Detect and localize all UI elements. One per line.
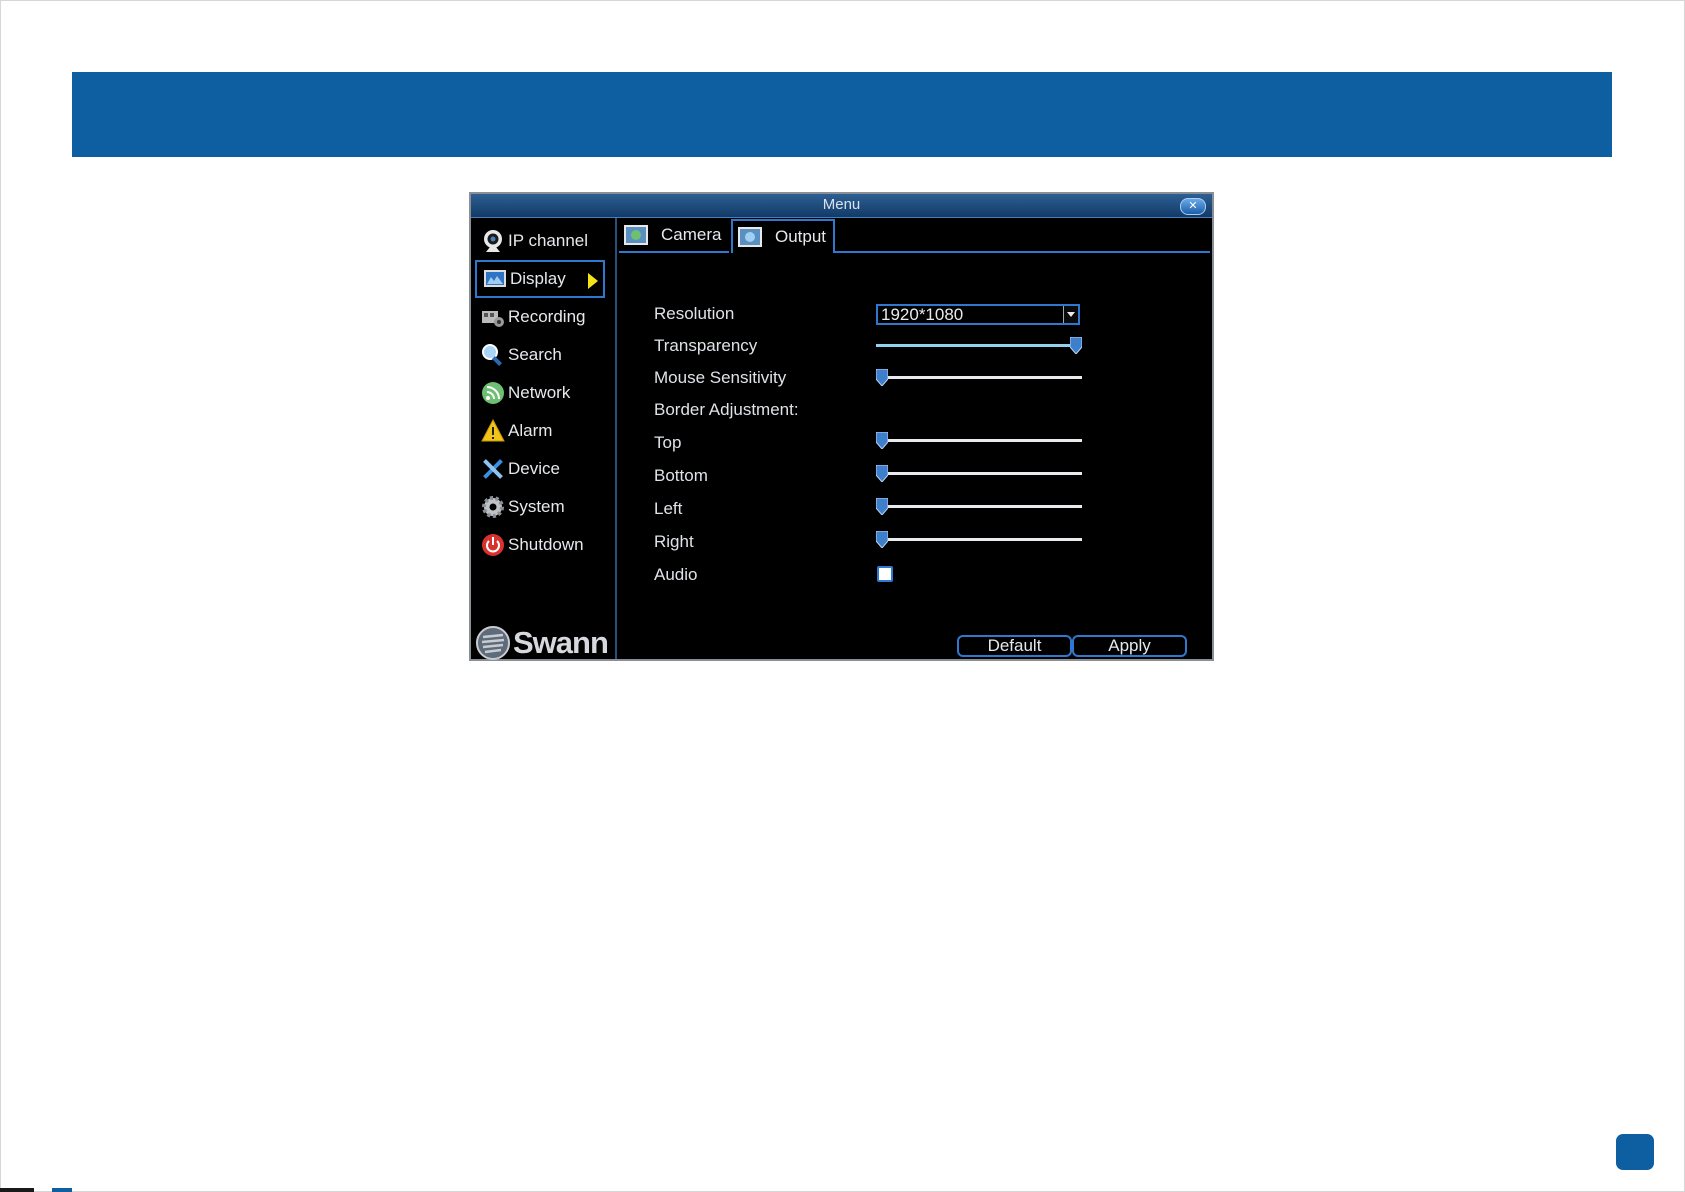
active-arrow-icon (588, 273, 598, 289)
dvr-menu-window: Menu ✕ IP channel Display Recording Sear… (469, 192, 1214, 661)
footer-mark (0, 1188, 34, 1192)
slider-thumb[interactable] (876, 369, 888, 386)
sidebar-item-label: Device (508, 459, 560, 478)
slider-track (876, 505, 1082, 508)
tools-icon (483, 459, 503, 479)
right-label: Right (654, 532, 694, 551)
sidebar-item-recording[interactable]: Recording (475, 298, 605, 336)
swann-logo-text: Swann (513, 625, 609, 660)
sidebar-item-alarm[interactable]: Alarm (475, 412, 605, 450)
slider-track (876, 472, 1082, 475)
audio-label: Audio (654, 565, 698, 584)
slider-track (876, 439, 1082, 442)
swann-logo-icon (476, 626, 510, 660)
slider-thumb[interactable] (876, 432, 888, 449)
chevron-down-icon[interactable] (1063, 306, 1078, 323)
resolution-label: Resolution (654, 304, 735, 323)
footer-mark-accent (52, 1188, 72, 1192)
slider-thumb[interactable] (1070, 337, 1082, 354)
tab-label: Camera (661, 225, 722, 244)
sidebar-item-ip-channel[interactable]: IP channel (475, 222, 605, 260)
slider-thumb[interactable] (876, 531, 888, 548)
sidebar: IP channel Display Recording Search Netw… (471, 218, 617, 660)
slider-track (876, 538, 1082, 541)
tab-output[interactable]: Output (731, 219, 835, 253)
title-bar: Menu ✕ (471, 194, 1212, 218)
network-icon (482, 382, 504, 404)
sidebar-item-shutdown[interactable]: Shutdown (475, 526, 605, 564)
swann-logo: Swann (475, 623, 615, 663)
power-icon (482, 534, 504, 556)
page-number-badge (1616, 1134, 1654, 1170)
tab-label: Output (775, 227, 827, 246)
sidebar-item-label: Display (510, 269, 566, 288)
top-slider[interactable] (876, 432, 1082, 450)
film-icon (482, 311, 504, 327)
sidebar-item-device[interactable]: Device (475, 450, 605, 488)
sidebar-item-label: System (508, 497, 565, 516)
apply-button[interactable]: Apply (1072, 635, 1187, 657)
slider-track (876, 376, 1082, 379)
sidebar-item-label: Alarm (508, 421, 553, 440)
audio-checkbox[interactable] (877, 566, 893, 582)
resolution-value: 1920*1080 (881, 305, 964, 324)
tab-underline (835, 251, 1210, 253)
default-button[interactable]: Default (957, 635, 1072, 657)
slider-fill (876, 344, 1076, 347)
resolution-select[interactable]: 1920*1080 (876, 304, 1080, 325)
slider-thumb[interactable] (876, 465, 888, 482)
sidebar-item-label: IP channel (508, 231, 589, 250)
mouse-sensitivity-slider[interactable] (876, 369, 1082, 387)
output-settings-icon (738, 227, 762, 247)
search-icon (482, 344, 502, 366)
mouse-sensitivity-label: Mouse Sensitivity (654, 368, 787, 387)
sidebar-item-system[interactable]: System (475, 488, 605, 526)
close-icon: ✕ (1188, 199, 1198, 212)
sidebar-item-label: Shutdown (508, 535, 584, 554)
close-button[interactable]: ✕ (1180, 198, 1206, 215)
bottom-label: Bottom (654, 466, 708, 485)
bottom-slider[interactable] (876, 465, 1082, 483)
monitor-icon (484, 270, 506, 287)
sidebar-item-network[interactable]: Network (475, 374, 605, 412)
sidebar-item-display[interactable]: Display (475, 260, 605, 298)
camera-settings-icon (624, 225, 648, 245)
webcam-icon (484, 230, 502, 252)
sidebar-item-search[interactable]: Search (475, 336, 605, 374)
top-label: Top (654, 433, 682, 452)
transparency-slider[interactable] (876, 337, 1082, 355)
border-adjustment-label: Border Adjustment: (654, 400, 799, 419)
gear-icon (482, 496, 504, 518)
sidebar-item-label: Search (508, 345, 562, 364)
right-slider[interactable] (876, 531, 1082, 549)
window-title: Menu (822, 196, 861, 213)
left-label: Left (654, 499, 683, 518)
warning-icon (481, 419, 505, 442)
slider-thumb[interactable] (876, 498, 888, 515)
left-slider[interactable] (876, 498, 1082, 516)
tab-camera[interactable]: Camera (619, 219, 729, 253)
sidebar-item-label: Recording (508, 307, 586, 326)
sidebar-item-label: Network (508, 383, 571, 402)
header-band (72, 72, 1612, 157)
transparency-label: Transparency (654, 336, 758, 355)
